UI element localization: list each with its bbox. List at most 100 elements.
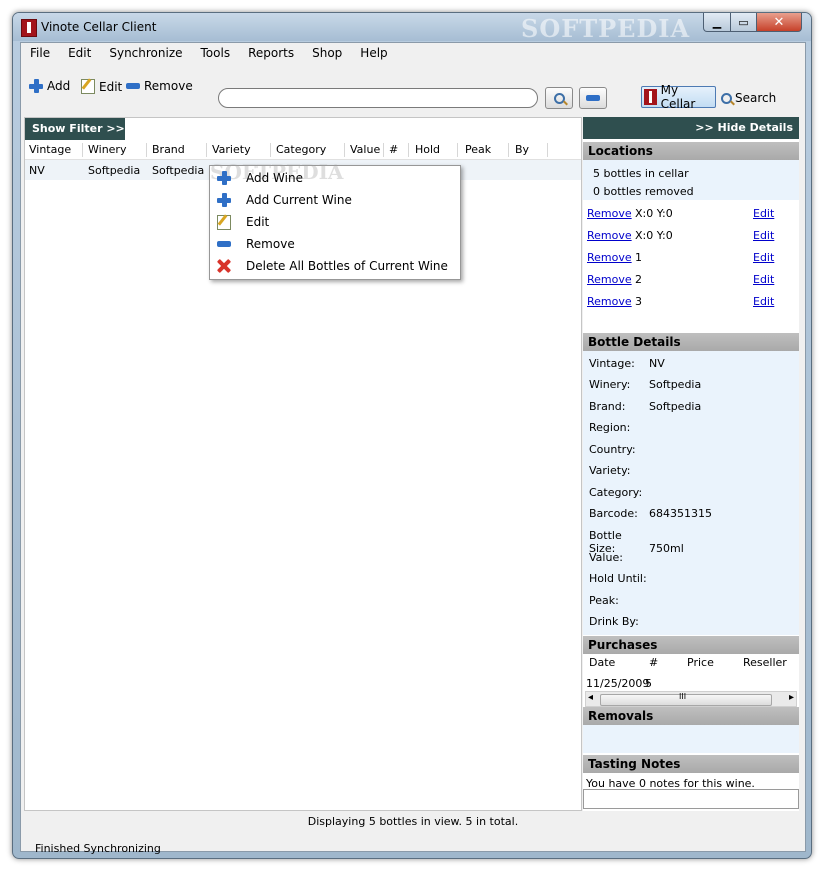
col-separator[interactable] xyxy=(146,143,147,157)
search-input[interactable] xyxy=(218,88,538,108)
maximize-button[interactable]: ▭ xyxy=(730,13,757,32)
menu-shop[interactable]: Shop xyxy=(303,43,351,65)
show-filter-button[interactable]: Show Filter >> xyxy=(25,118,125,140)
remove-link[interactable]: Remove xyxy=(587,273,632,286)
scroll-thumb[interactable]: III xyxy=(600,692,772,706)
detail-value: 750ml xyxy=(649,542,684,555)
ctx-delete-all-bottles[interactable]: Delete All Bottles of Current Wine xyxy=(210,255,460,277)
minimize-button[interactable]: ▁ xyxy=(703,13,731,32)
menu-reports[interactable]: Reports xyxy=(239,43,303,65)
plus-icon xyxy=(217,171,231,185)
detail-key: Winery: xyxy=(589,378,631,391)
remove-link[interactable]: Remove xyxy=(587,251,632,264)
close-button[interactable]: ✕ xyxy=(756,13,802,32)
search-mode-button[interactable]: Search xyxy=(721,91,776,105)
search-go-button[interactable] xyxy=(545,87,573,109)
details-pane: >> Hide Details Locations 5 bottles in c… xyxy=(583,117,799,811)
detail-value: Softpedia xyxy=(649,400,702,413)
pur-col-price[interactable]: Price xyxy=(687,656,714,669)
ctx-remove[interactable]: Remove xyxy=(210,233,460,255)
detail-peak: Peak: xyxy=(589,594,649,607)
scroll-right-icon[interactable]: ▸ xyxy=(789,692,794,703)
col-separator[interactable] xyxy=(270,143,271,157)
pur-col-reseller[interactable]: Reseller xyxy=(743,656,787,669)
scroll-grip: III xyxy=(679,692,687,701)
col-variety[interactable]: Variety xyxy=(212,143,251,156)
bottle-details-header: Bottle Details xyxy=(583,333,799,351)
detail-key: Value: xyxy=(589,551,623,564)
menu-synchronize[interactable]: Synchronize xyxy=(100,43,191,65)
col-separator[interactable] xyxy=(547,143,548,157)
minus-icon xyxy=(126,83,140,89)
location-value: X:0 Y:0 xyxy=(635,229,673,242)
edit-link[interactable]: Edit xyxy=(753,207,774,220)
detail-drink-by: Drink By: xyxy=(589,615,649,628)
edit-link[interactable]: Edit xyxy=(753,295,774,308)
removals-header: Removals xyxy=(583,707,799,725)
detail-key: Region: xyxy=(589,421,631,434)
plus-icon xyxy=(217,193,231,207)
remove-link[interactable]: Remove xyxy=(587,295,632,308)
col-winery[interactable]: Winery xyxy=(88,143,126,156)
col-hold[interactable]: Hold xyxy=(415,143,440,156)
detail-key: Drink By: xyxy=(589,615,639,628)
ctx-edit[interactable]: Edit xyxy=(210,211,460,233)
col-value[interactable]: Value xyxy=(350,143,380,156)
my-cellar-button[interactable]: My Cellar xyxy=(641,83,716,111)
ctx-add-wine[interactable]: Add Wine xyxy=(210,167,460,189)
scroll-left-icon[interactable]: ◂ xyxy=(588,692,593,703)
app-bottle-icon xyxy=(21,19,37,37)
detail-value: NV xyxy=(649,357,665,370)
ctx-add-current-wine[interactable]: Add Current Wine xyxy=(210,189,460,211)
edit-label: Edit xyxy=(99,79,123,94)
ctx-label: Add Wine xyxy=(246,171,303,185)
edit-link[interactable]: Edit xyxy=(753,273,774,286)
col-peak[interactable]: Peak xyxy=(465,143,491,156)
col-separator[interactable] xyxy=(383,143,384,157)
title-bar[interactable]: Vinote Cellar Client SOFTPEDIA ▁ ▭ ✕ xyxy=(13,13,811,43)
menu-edit[interactable]: Edit xyxy=(59,43,100,65)
col-category[interactable]: Category xyxy=(276,143,326,156)
removals-body xyxy=(583,725,799,753)
edit-button[interactable]: Edit xyxy=(81,79,122,94)
edit-link[interactable]: Edit xyxy=(753,229,774,242)
col-separator[interactable] xyxy=(457,143,458,157)
purchases-header: Purchases xyxy=(583,636,799,654)
bottle-icon xyxy=(644,89,657,105)
col-separator[interactable] xyxy=(508,143,509,157)
menu-file[interactable]: File xyxy=(21,43,59,65)
ctx-label: Remove xyxy=(246,237,295,251)
clear-search-button[interactable] xyxy=(579,87,607,109)
cell-winery: Softpedia xyxy=(88,164,141,177)
hide-details-button[interactable]: >> Hide Details xyxy=(583,117,799,139)
remove-link[interactable]: Remove xyxy=(587,207,632,220)
col-separator[interactable] xyxy=(344,143,345,157)
col-separator[interactable] xyxy=(206,143,207,157)
delete-icon xyxy=(217,259,231,273)
edit-link[interactable]: Edit xyxy=(753,251,774,264)
detail-key: Category: xyxy=(589,486,643,499)
col-vintage[interactable]: Vintage xyxy=(29,143,71,156)
remove-link[interactable]: Remove xyxy=(587,229,632,242)
detail-hold-until: Hold Until: xyxy=(589,572,649,585)
detail-key: Vintage: xyxy=(589,357,635,370)
tasting-notes-input[interactable] xyxy=(583,789,799,809)
col-brand[interactable]: Brand xyxy=(152,143,185,156)
detail-variety: Variety: xyxy=(589,464,649,477)
col-separator[interactable] xyxy=(82,143,83,157)
menu-tools[interactable]: Tools xyxy=(192,43,240,65)
purchases-scrollbar[interactable]: ◂ III ▸ xyxy=(585,691,797,707)
menu-help[interactable]: Help xyxy=(351,43,396,65)
edit-icon xyxy=(217,214,231,230)
locations-header: Locations xyxy=(583,142,799,160)
col-by[interactable]: By xyxy=(515,143,529,156)
add-label: Add xyxy=(47,79,71,93)
remove-button[interactable]: Remove xyxy=(126,79,193,93)
cell-vintage: NV xyxy=(29,164,45,177)
pur-col-date[interactable]: Date xyxy=(589,656,615,669)
pur-col-count[interactable]: # xyxy=(649,656,658,669)
add-button[interactable]: Add xyxy=(29,79,70,93)
col-count[interactable]: # xyxy=(389,143,398,156)
detail-winery: Winery: Softpedia xyxy=(589,378,701,391)
col-separator[interactable] xyxy=(408,143,409,157)
